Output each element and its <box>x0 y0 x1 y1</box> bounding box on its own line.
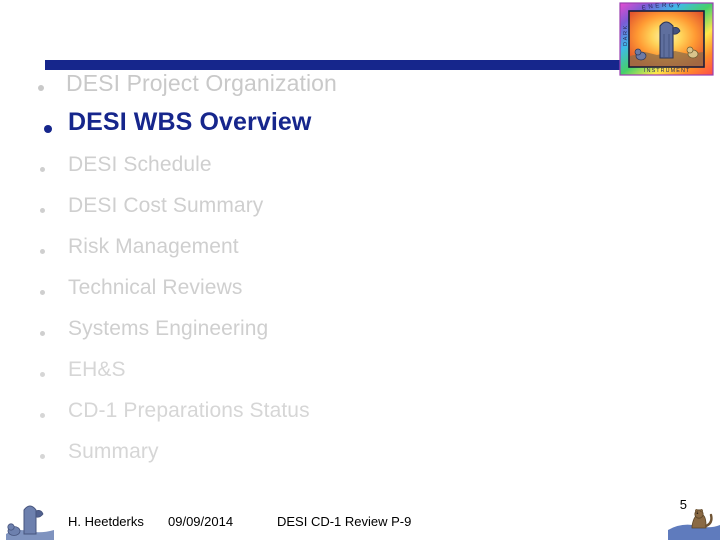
bullet-dot-icon <box>40 249 45 254</box>
outline-item-summary[interactable]: Summary <box>0 439 620 480</box>
bullet-dot-icon <box>40 208 45 213</box>
outline-item-label: Summary <box>68 440 159 463</box>
outline-item-label: Technical Reviews <box>68 276 243 299</box>
outline-item-wbs-overview[interactable]: DESI WBS Overview <box>0 108 620 152</box>
telescope-dome-icon <box>6 496 54 540</box>
bullet-dot-icon <box>40 372 45 377</box>
outline-item-label: Risk Management <box>68 235 239 258</box>
outline-item-cd1-preparations-status[interactable]: CD-1 Preparations Status <box>0 398 620 439</box>
outline-item-schedule[interactable]: DESI Schedule <box>0 152 620 193</box>
title-underline-rule <box>45 60 620 70</box>
bullet-dot-icon <box>40 167 45 172</box>
outline-item-systems-engineering[interactable]: Systems Engineering <box>0 316 620 357</box>
bullet-dot-icon <box>44 125 52 133</box>
outline-item-cost-summary[interactable]: DESI Cost Summary <box>0 193 620 234</box>
outline-item-label: DESI Cost Summary <box>68 194 264 217</box>
svg-text:INSTRUMENT: INSTRUMENT <box>644 68 690 74</box>
footer-author: H. Heetderks <box>68 514 144 529</box>
footer-review-label: DESI CD-1 Review P-9 <box>277 514 412 529</box>
bullet-dot-icon <box>40 290 45 295</box>
slide-footer: H. Heetderks 09/09/2014 DESI CD-1 Review… <box>0 490 720 540</box>
outline-item-label: EH&S <box>68 358 126 381</box>
outline-item-ehs[interactable]: EH&S <box>0 357 620 398</box>
bullet-dot-icon <box>40 331 45 336</box>
svg-text:DARK: DARK <box>623 24 629 46</box>
desi-doe-logo: ENERGY DARK INSTRUMENT <box>619 2 714 76</box>
outline-item-label: DESI Schedule <box>68 153 212 176</box>
outline-item-label: Systems Engineering <box>68 317 269 340</box>
outline-item-project-organization[interactable]: DESI Project Organization <box>0 70 620 111</box>
outline-item-risk-management[interactable]: Risk Management <box>0 234 620 275</box>
bullet-dot-icon <box>40 454 45 459</box>
footer-date: 09/09/2014 <box>168 514 234 529</box>
bullet-dot-icon <box>40 413 45 418</box>
outline-item-technical-reviews[interactable]: Technical Reviews <box>0 275 620 316</box>
outline-item-label: DESI WBS Overview <box>68 108 312 136</box>
outline-item-label: DESI Project Organization <box>66 70 337 96</box>
outline-item-label: CD-1 Preparations Status <box>68 399 310 422</box>
bullet-dot-icon <box>38 85 44 91</box>
slide-outline-list: DESI Project Organization DESI WBS Overv… <box>0 70 620 480</box>
prairie-dog-icon <box>662 500 720 540</box>
